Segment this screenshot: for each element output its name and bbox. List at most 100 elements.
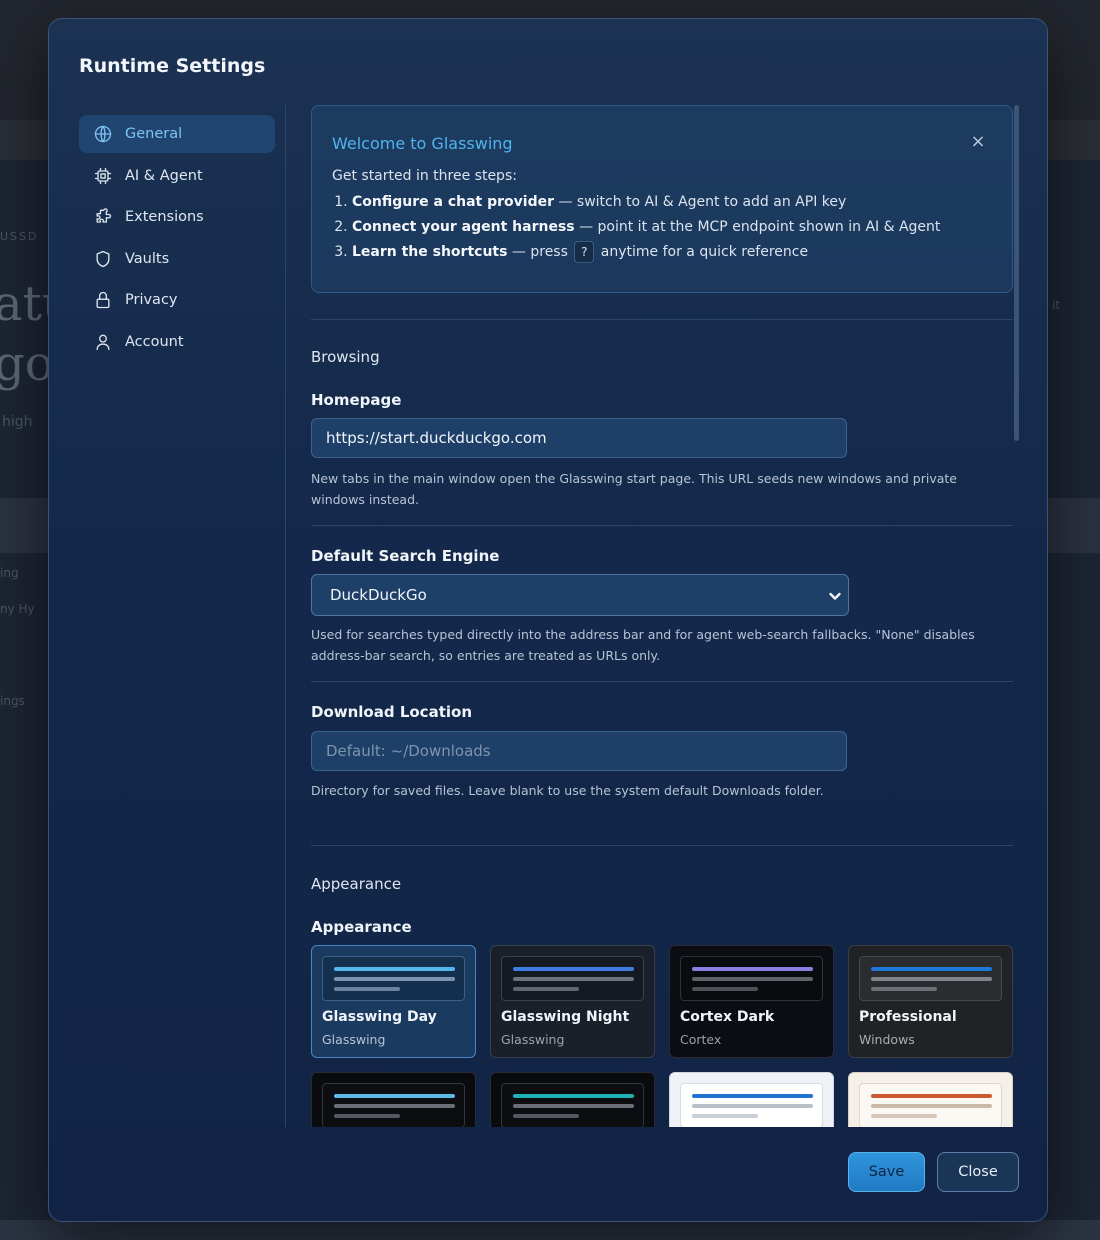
sidebar-item-label: Account	[125, 333, 184, 350]
theme-card[interactable]	[311, 1072, 476, 1127]
theme-preview-line	[692, 977, 813, 981]
theme-preview-line	[692, 1104, 813, 1108]
background-text: ny Hy	[0, 602, 35, 616]
theme-preview-line	[692, 1094, 813, 1098]
chevron-down-icon	[828, 588, 842, 602]
theme-preview-line	[692, 987, 758, 991]
theme-card[interactable]	[490, 1072, 655, 1127]
shortcut-key: ?	[574, 241, 595, 263]
theme-preview-line	[871, 1094, 992, 1098]
theme-preview-line	[692, 967, 813, 971]
theme-preview-line	[871, 977, 992, 981]
theme-preview	[501, 1083, 644, 1127]
theme-preview	[322, 956, 465, 1001]
user-icon	[93, 332, 113, 352]
settings-dialog: Runtime Settings General AI & Agent Exte…	[48, 18, 1048, 1222]
search-engine-help: Used for searches typed directly into th…	[311, 627, 975, 663]
theme-name: Glasswing Day	[322, 1009, 437, 1025]
search-engine-value: DuckDuckGo	[330, 586, 427, 604]
homepage-input[interactable]	[311, 418, 847, 458]
appearance-label: Appearance	[311, 918, 412, 936]
download-location-help: Directory for saved files. Leave blank t…	[311, 783, 824, 798]
theme-preview	[680, 1083, 823, 1127]
close-icon[interactable]: ×	[968, 132, 988, 152]
theme-preview-line	[334, 1104, 455, 1108]
theme-family: Cortex	[680, 1032, 722, 1047]
background-text: it	[1052, 298, 1061, 312]
theme-preview	[322, 1083, 465, 1127]
welcome-step: Connect your agent harness — point it at…	[352, 215, 992, 240]
homepage-help: New tabs in the main window open the Gla…	[311, 471, 957, 507]
theme-preview-line	[513, 987, 579, 991]
sidebar-divider	[285, 105, 286, 1127]
background-bottom	[0, 1220, 1100, 1240]
welcome-intro: Get started in three steps:	[332, 168, 517, 184]
theme-preview-line	[334, 987, 400, 991]
welcome-title: Welcome to Glasswing	[332, 134, 513, 153]
theme-card[interactable]: Glasswing Day Glasswing	[311, 945, 476, 1058]
theme-preview-line	[513, 1094, 634, 1098]
background-text: ings	[0, 694, 25, 708]
sidebar-item-privacy[interactable]: Privacy	[79, 281, 275, 319]
background-text: go	[0, 336, 54, 392]
theme-preview-line	[513, 1114, 579, 1118]
sidebar-item-label: General	[125, 126, 183, 142]
theme-card[interactable]: Glasswing Night Glasswing	[490, 945, 655, 1058]
welcome-step: Learn the shortcuts — press ? anytime fo…	[352, 240, 992, 265]
section-divider	[311, 845, 1013, 846]
background-text: ing	[0, 566, 19, 580]
theme-preview-line	[513, 967, 634, 971]
welcome-steps: Configure a chat provider — switch to AI…	[332, 190, 992, 265]
chip-icon	[93, 166, 113, 186]
download-location-label: Download Location	[311, 703, 472, 721]
search-engine-select[interactable]: DuckDuckGo	[311, 574, 849, 616]
save-button[interactable]: Save	[848, 1152, 925, 1192]
content-scrollbar[interactable]	[1014, 105, 1019, 441]
section-title-appearance: Appearance	[311, 875, 402, 893]
theme-name: Cortex Dark	[680, 1009, 775, 1025]
sidebar-item-label: Privacy	[125, 292, 178, 308]
settings-sidebar: General AI & Agent Extensions Vaults Pri…	[79, 115, 275, 364]
theme-card[interactable]: Professional Windows	[848, 945, 1013, 1058]
settings-content: Welcome to Glasswing × Get started in th…	[311, 105, 1013, 1127]
theme-card[interactable]	[669, 1072, 834, 1127]
theme-preview-line	[871, 987, 937, 991]
section-divider	[311, 319, 1013, 320]
sidebar-item-label: AI & Agent	[125, 167, 203, 184]
welcome-step: Configure a chat provider — switch to AI…	[352, 190, 992, 215]
theme-preview	[859, 1083, 1002, 1127]
theme-family: Windows	[859, 1032, 915, 1047]
theme-preview-line	[334, 967, 455, 971]
welcome-banner: Welcome to Glasswing × Get started in th…	[311, 105, 1013, 293]
sidebar-item-label: Extensions	[125, 209, 204, 225]
sidebar-item-account[interactable]: Account	[79, 323, 275, 361]
theme-name: Professional	[859, 1009, 957, 1025]
sidebar-item-vaults[interactable]: Vaults	[79, 240, 275, 278]
download-location-input[interactable]	[311, 731, 847, 771]
theme-preview-line	[871, 1104, 992, 1108]
shield-icon	[93, 249, 113, 269]
theme-name: Glasswing Night	[501, 1009, 630, 1025]
theme-preview-line	[513, 1104, 634, 1108]
sidebar-item-ai-agent[interactable]: AI & Agent	[79, 157, 275, 195]
theme-card[interactable]: Cortex Dark Cortex	[669, 945, 834, 1058]
close-button[interactable]: Close	[937, 1152, 1019, 1192]
background-text: USSD	[0, 230, 39, 243]
theme-family: Glasswing	[322, 1032, 386, 1047]
theme-preview-line	[692, 1114, 758, 1118]
globe-icon	[93, 124, 113, 144]
theme-family: Glasswing	[501, 1032, 565, 1047]
sidebar-item-extensions[interactable]: Extensions	[79, 198, 275, 236]
lock-icon	[93, 290, 113, 310]
homepage-label: Homepage	[311, 391, 402, 409]
theme-preview	[680, 956, 823, 1001]
sidebar-item-label: Vaults	[125, 250, 170, 267]
sidebar-item-general[interactable]: General	[79, 115, 275, 153]
theme-preview-line	[334, 1114, 400, 1118]
theme-card[interactable]	[848, 1072, 1013, 1127]
theme-preview	[859, 956, 1002, 1001]
theme-preview-line	[334, 1094, 455, 1098]
section-title-browsing: Browsing	[311, 348, 380, 366]
theme-preview-line	[871, 1114, 937, 1118]
background-text: high	[2, 414, 33, 430]
